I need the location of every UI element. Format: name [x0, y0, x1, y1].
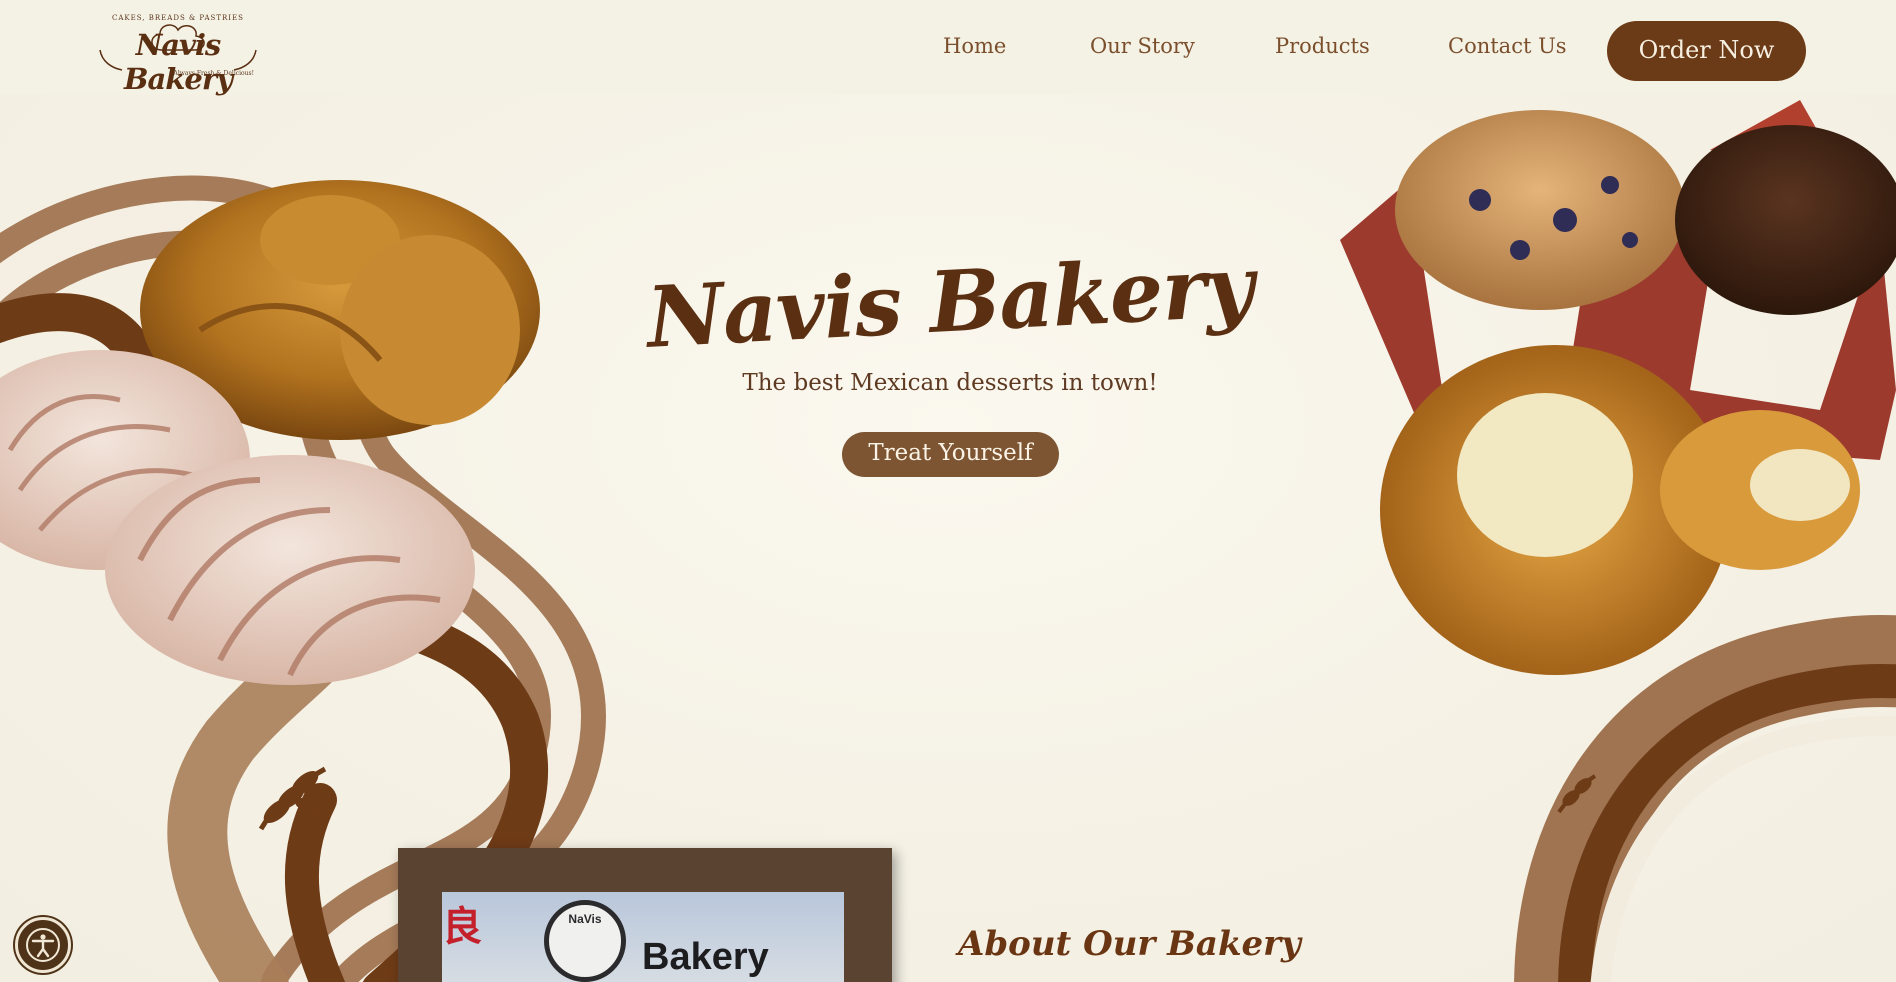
- site-header: CAKES, BREADS & PASTRIES Navis Bakery Al…: [0, 0, 1896, 96]
- storefront-logo-text: NaVis: [568, 912, 602, 926]
- storefront-photo-inner: 良 NaVis Bakery: [442, 892, 844, 982]
- accessibility-button[interactable]: [15, 917, 71, 973]
- wheat-leaf-icon: [1557, 774, 1597, 814]
- conchas-pastry-image: [0, 180, 540, 685]
- storefront-sign-text: Bakery: [642, 936, 769, 978]
- order-now-button[interactable]: Order Now: [1607, 21, 1806, 81]
- nav-contact-us[interactable]: Contact Us: [1448, 34, 1567, 58]
- logo[interactable]: CAKES, BREADS & PASTRIES Navis Bakery Al…: [92, 10, 264, 96]
- hero-subtitle: The best Mexican desserts in town!: [742, 370, 1158, 396]
- nav-our-story[interactable]: Our Story: [1090, 34, 1195, 58]
- about-heading: About Our Bakery: [958, 924, 1301, 964]
- logo-tagline-top: CAKES, BREADS & PASTRIES: [112, 14, 244, 22]
- logo-name: Navis Bakery: [124, 28, 233, 96]
- page: Navis Bakery The best Mexican desserts i…: [0, 0, 1896, 982]
- muffins-danish-image: [1340, 100, 1896, 675]
- logo-tagline-bottom: Always Fresh & Delicious!: [173, 70, 254, 77]
- treat-yourself-button[interactable]: Treat Yourself: [842, 432, 1059, 477]
- nav-home[interactable]: Home: [943, 34, 1006, 58]
- storefront-red-sign: 良: [442, 904, 482, 950]
- wheat-leaf-icon: [258, 766, 327, 831]
- bakery-storefront-photo: 良 NaVis Bakery: [398, 848, 892, 982]
- nav-products[interactable]: Products: [1275, 34, 1370, 58]
- accessibility-icon: [26, 928, 60, 962]
